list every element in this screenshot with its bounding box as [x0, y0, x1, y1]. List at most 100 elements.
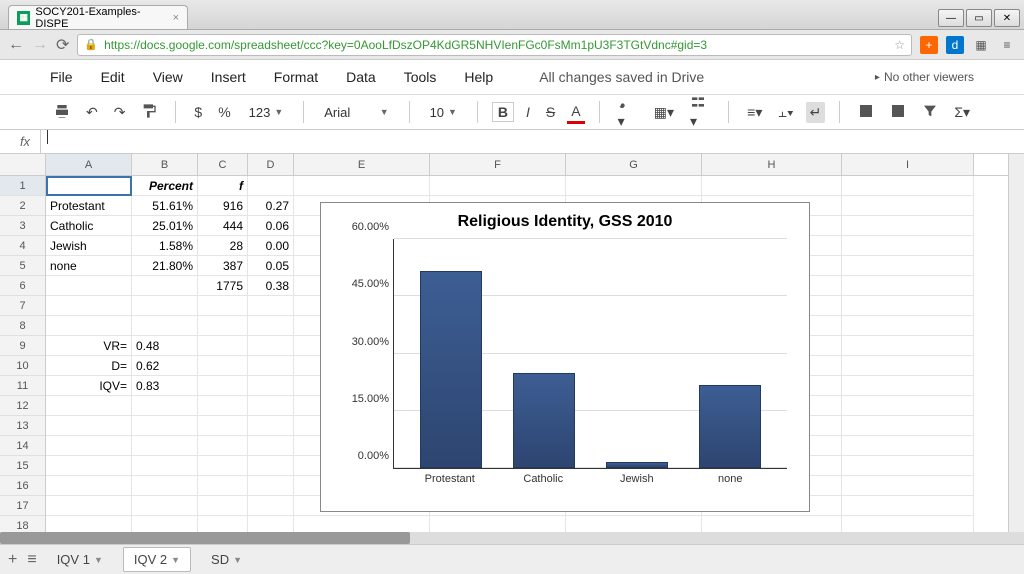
cell-I6[interactable]: [842, 276, 974, 296]
cell-A2[interactable]: Protestant: [46, 196, 132, 216]
cell-B14[interactable]: [132, 436, 198, 456]
all-sheets-button[interactable]: ≡: [27, 551, 36, 569]
text-color-button[interactable]: A: [567, 101, 584, 124]
cell-B13[interactable]: [132, 416, 198, 436]
merge-button[interactable]: ▾: [686, 92, 714, 132]
horizontal-scrollbar[interactable]: [0, 532, 1024, 544]
cell-E18[interactable]: [294, 516, 430, 532]
cell-I18[interactable]: [842, 516, 974, 532]
cell-D18[interactable]: [248, 516, 294, 532]
cell-E1[interactable]: [294, 176, 430, 196]
cell-C4[interactable]: 28: [198, 236, 248, 256]
cell-D8[interactable]: [248, 316, 294, 336]
col-header-H[interactable]: H: [702, 154, 842, 175]
cell-B9[interactable]: 0.48: [132, 336, 198, 356]
cell-A4[interactable]: Jewish: [46, 236, 132, 256]
cell-C11[interactable]: [198, 376, 248, 396]
font-select[interactable]: Arial▼: [318, 103, 394, 122]
cell-C9[interactable]: [198, 336, 248, 356]
cell-A14[interactable]: [46, 436, 132, 456]
cell-F18[interactable]: [430, 516, 566, 532]
cell-I16[interactable]: [842, 476, 974, 496]
cell-H1[interactable]: [702, 176, 842, 196]
cell-I8[interactable]: [842, 316, 974, 336]
back-icon[interactable]: ←: [8, 36, 24, 54]
row-header-12[interactable]: 12: [0, 396, 45, 416]
cell-D1[interactable]: [248, 176, 294, 196]
row-header-3[interactable]: 3: [0, 216, 45, 236]
cell-I9[interactable]: [842, 336, 974, 356]
col-header-G[interactable]: G: [566, 154, 702, 175]
cell-C18[interactable]: [198, 516, 248, 532]
cell-G1[interactable]: [566, 176, 702, 196]
align-h-button[interactable]: ≡▾: [743, 102, 766, 123]
cell-A10[interactable]: D=: [46, 356, 132, 376]
cell-D14[interactable]: [248, 436, 294, 456]
select-all-corner[interactable]: [0, 154, 45, 176]
format-currency[interactable]: $: [190, 102, 206, 122]
menu-data[interactable]: Data: [346, 69, 376, 85]
strike-button[interactable]: S: [542, 102, 559, 122]
format-percent[interactable]: %: [214, 102, 234, 122]
cell-A1[interactable]: [46, 176, 132, 196]
cell-B12[interactable]: [132, 396, 198, 416]
cell-I7[interactable]: [842, 296, 974, 316]
row-header-1[interactable]: 1: [0, 176, 45, 196]
sheet-tab-sd[interactable]: SD▼: [201, 548, 252, 571]
row-header-5[interactable]: 5: [0, 256, 45, 276]
cell-C8[interactable]: [198, 316, 248, 336]
cell-I13[interactable]: [842, 416, 974, 436]
cell-A7[interactable]: [46, 296, 132, 316]
row-header-16[interactable]: 16: [0, 476, 45, 496]
forward-icon[interactable]: →: [32, 36, 48, 54]
sheet-tab-iqv2[interactable]: IQV 2▼: [123, 547, 191, 572]
close-icon[interactable]: ×: [173, 12, 179, 24]
insert-chart-icon[interactable]: [854, 101, 878, 124]
cell-A8[interactable]: [46, 316, 132, 336]
cell-A15[interactable]: [46, 456, 132, 476]
cell-B3[interactable]: 25.01%: [132, 216, 198, 236]
cell-I5[interactable]: [842, 256, 974, 276]
row-header-9[interactable]: 9: [0, 336, 45, 356]
cell-A11[interactable]: IQV=: [46, 376, 132, 396]
vertical-scrollbar[interactable]: [1008, 154, 1024, 532]
cell-B5[interactable]: 21.80%: [132, 256, 198, 276]
undo-icon[interactable]: ↶: [82, 102, 102, 123]
row-header-2[interactable]: 2: [0, 196, 45, 216]
cell-B8[interactable]: [132, 316, 198, 336]
align-v-button[interactable]: ⫠▾: [774, 102, 797, 123]
add-sheet-button[interactable]: +: [8, 551, 17, 569]
borders-button[interactable]: ▦▾: [650, 102, 678, 123]
browser-tab[interactable]: ▦ SOCY201-Examples-DISPE ×: [8, 5, 188, 29]
italic-button[interactable]: I: [522, 102, 534, 122]
ext-icon-3[interactable]: ▦: [972, 36, 990, 54]
cell-C13[interactable]: [198, 416, 248, 436]
cell-C10[interactable]: [198, 356, 248, 376]
row-header-4[interactable]: 4: [0, 236, 45, 256]
col-header-D[interactable]: D: [248, 154, 294, 175]
cell-D16[interactable]: [248, 476, 294, 496]
cell-C15[interactable]: [198, 456, 248, 476]
redo-icon[interactable]: ↷: [110, 102, 130, 123]
cell-A16[interactable]: [46, 476, 132, 496]
cell-C3[interactable]: 444: [198, 216, 248, 236]
fill-color-button[interactable]: ▾: [614, 92, 642, 132]
cell-C14[interactable]: [198, 436, 248, 456]
cell-G18[interactable]: [566, 516, 702, 532]
cell-B4[interactable]: 1.58%: [132, 236, 198, 256]
cell-D12[interactable]: [248, 396, 294, 416]
cell-F1[interactable]: [430, 176, 566, 196]
row-header-10[interactable]: 10: [0, 356, 45, 376]
cell-I1[interactable]: [842, 176, 974, 196]
col-header-F[interactable]: F: [430, 154, 566, 175]
cell-D9[interactable]: [248, 336, 294, 356]
bookmark-icon[interactable]: ☆: [894, 38, 905, 52]
cell-I12[interactable]: [842, 396, 974, 416]
row-header-7[interactable]: 7: [0, 296, 45, 316]
cell-I17[interactable]: [842, 496, 974, 516]
paint-format-icon[interactable]: [137, 101, 161, 124]
cell-A9[interactable]: VR=: [46, 336, 132, 356]
cell-B1[interactable]: Percent: [132, 176, 198, 196]
cell-C17[interactable]: [198, 496, 248, 516]
cell-B7[interactable]: [132, 296, 198, 316]
